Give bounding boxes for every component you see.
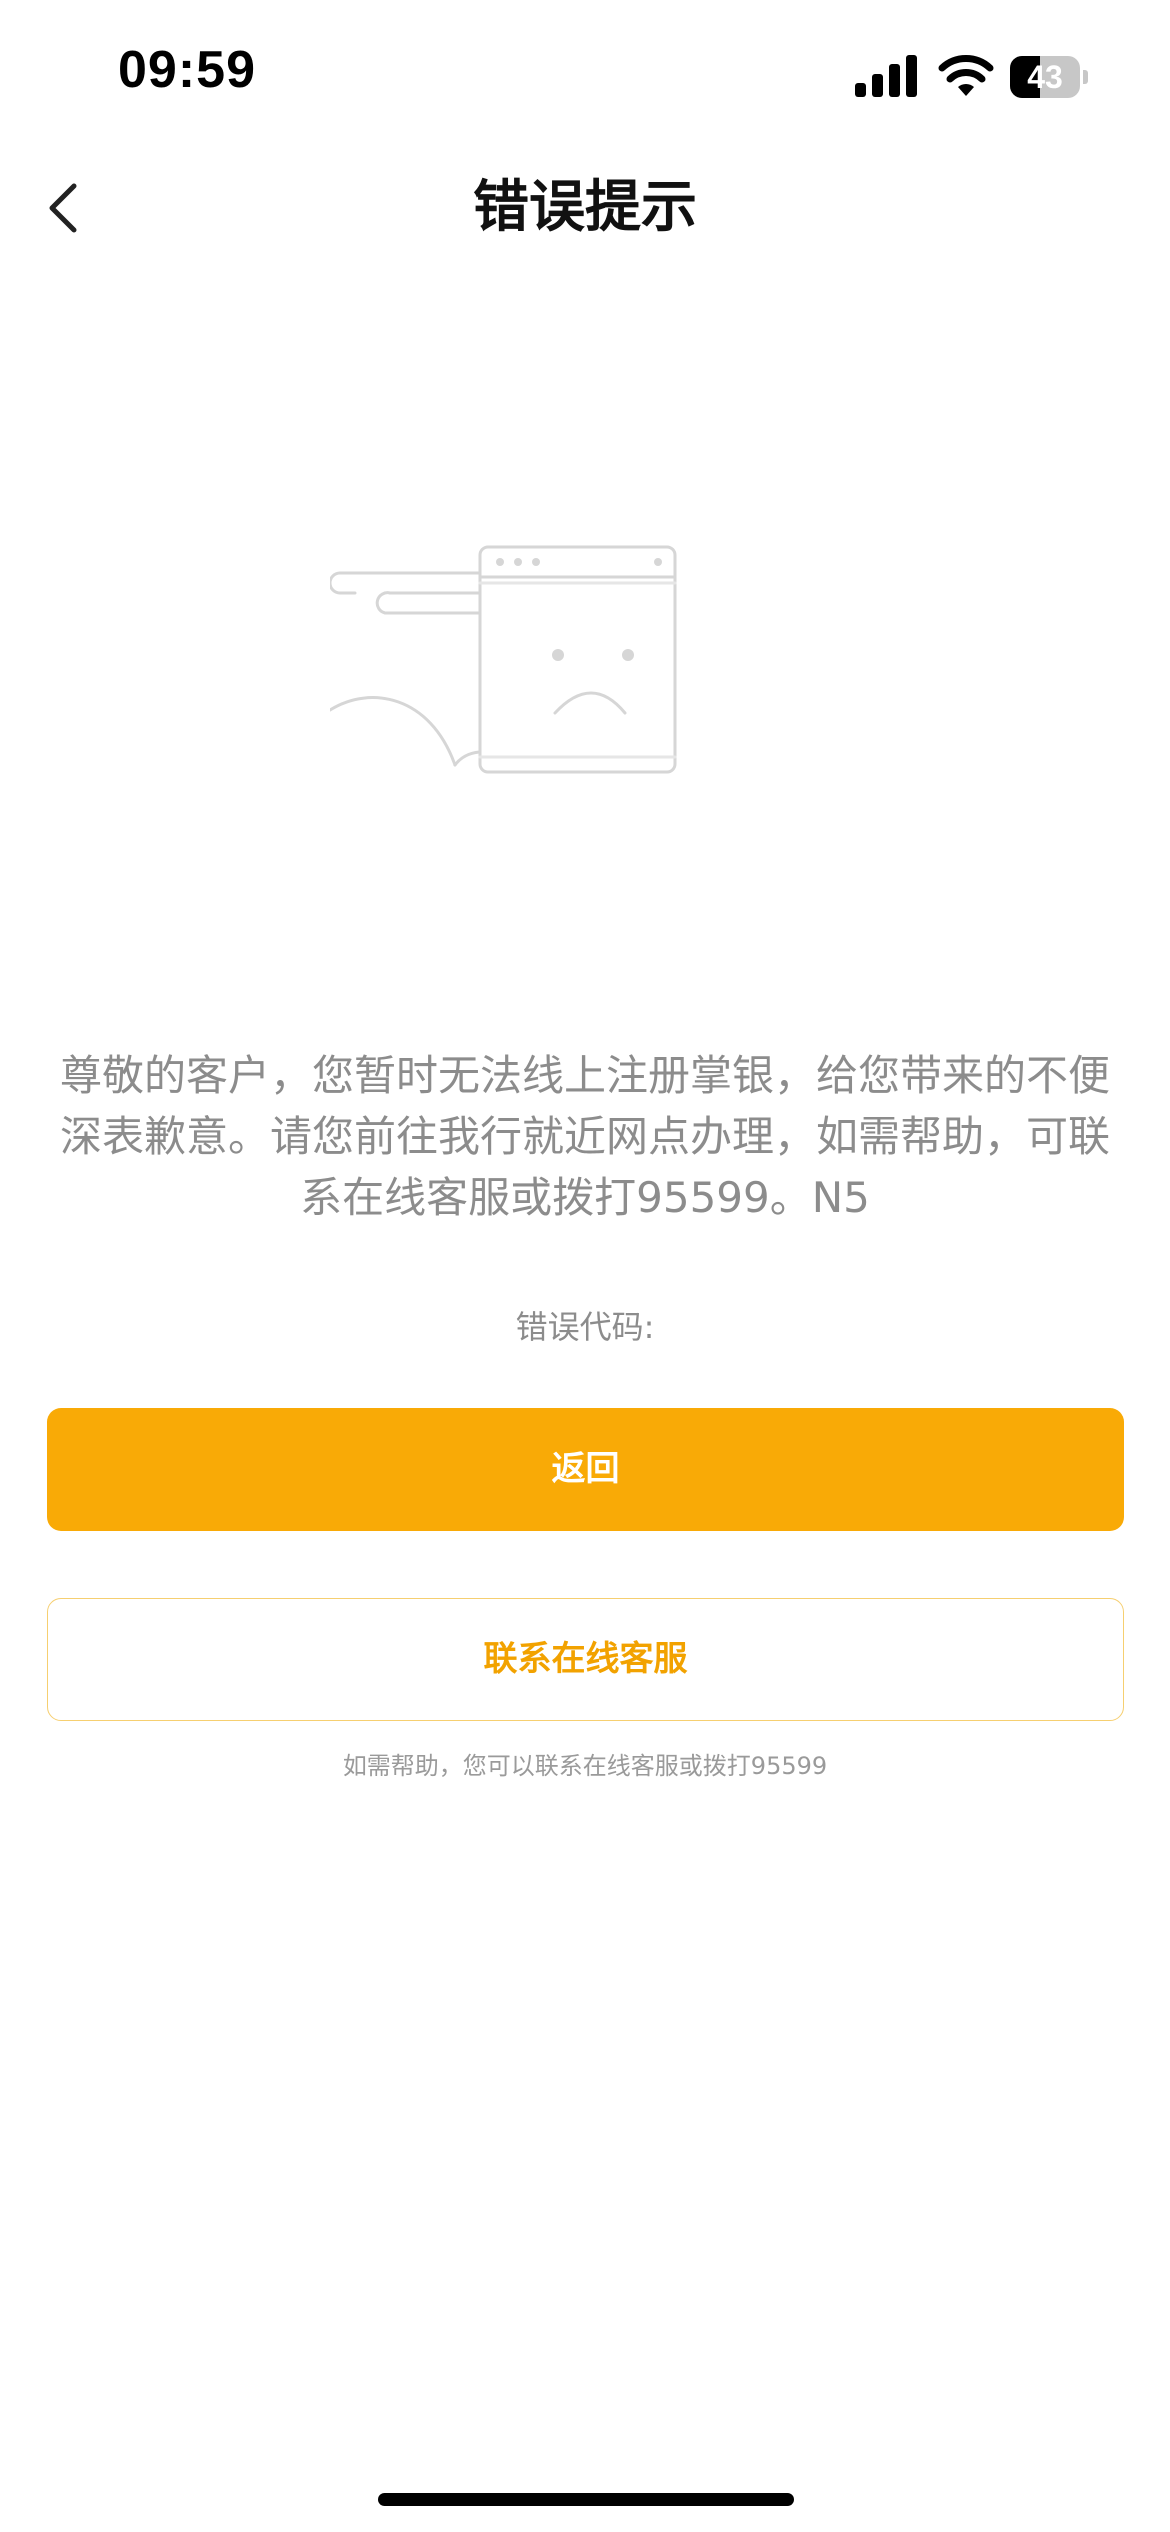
error-message: 尊敬的客户，您暂时无法线上注册掌银，给您带来的不便深表歉意。请您前往我行就近网点… (59, 1051, 1110, 1222)
return-button[interactable]: 返回 (47, 1408, 1124, 1531)
status-bar: 09:59 43 (0, 0, 1170, 150)
battery-cap (1083, 70, 1088, 84)
sad-browser-window-illustration (330, 545, 677, 774)
battery-body: 43 (1010, 56, 1080, 98)
help-text: 如需帮助，您可以联系在线客服或拨打95599 (342, 1752, 828, 1780)
battery-icon: 43 (1010, 56, 1088, 98)
home-indicator[interactable] (378, 2493, 794, 2506)
status-time: 09:59 (118, 41, 256, 99)
wifi-icon (938, 55, 994, 96)
error-screen: 09:59 43 错误提示 尊敬的客户，您暂时无法线上注册掌银，给您带来的不便深… (0, 0, 1170, 2532)
contact-online-service-button[interactable]: 联系在线客服 (47, 1598, 1124, 1721)
nav-bar: 错误提示 (0, 150, 1170, 265)
cellular-signal-icon (855, 55, 917, 97)
page-title: 错误提示 (473, 175, 697, 240)
battery-level: 43 (1027, 59, 1063, 95)
error-code-label: 错误代码: (515, 1308, 655, 1346)
